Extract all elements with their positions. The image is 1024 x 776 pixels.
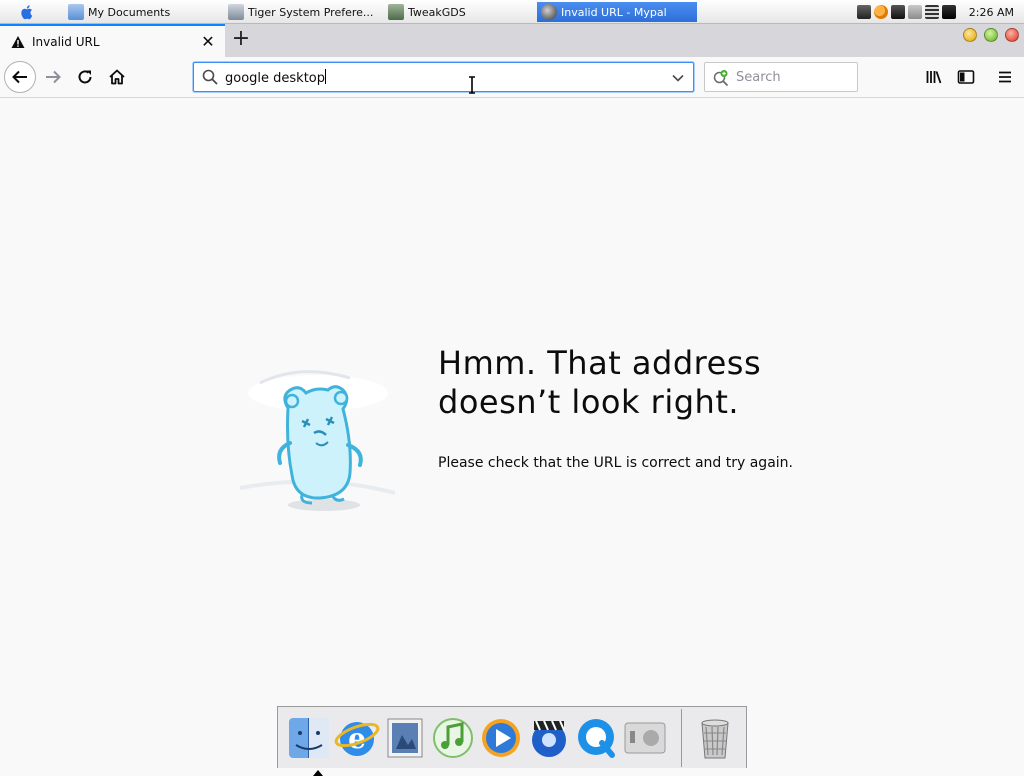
text-cursor-icon [469,76,475,94]
menu-icon [999,71,1011,83]
display-icon[interactable] [907,5,922,19]
tab-strip: Invalid URL ✕ + [0,24,1024,57]
dock: e [277,706,747,776]
trash-icon[interactable] [692,715,738,761]
search-input[interactable]: Search [736,70,781,85]
volume-icon[interactable] [924,5,939,19]
confused-dinosaur-illustration [240,370,396,511]
minimize-button[interactable] [963,28,977,42]
chevron-down-icon[interactable] [671,71,685,85]
search-icon [202,69,218,85]
url-bar[interactable]: google desktop [193,62,694,92]
task-label: Tiger System Prefere... [248,5,374,19]
task-label: TweakGDS [408,5,466,19]
dock-separator [681,709,682,767]
error-title-line-2: doesn’t look right. [438,383,740,421]
home-icon [109,69,125,85]
search-tray-icon[interactable] [873,5,888,19]
system-preferences-icon [228,4,244,20]
text-caret [325,69,327,84]
media-player-icon[interactable] [478,715,524,761]
error-title: Hmm. That address doesn’t look right. [438,344,838,422]
error-title-line-1: Hmm. That address [438,344,762,382]
search-bar[interactable]: Search [704,62,858,92]
back-button[interactable] [4,61,36,93]
network-icon[interactable] [890,5,905,19]
task-tiger-system-preferences[interactable]: Tiger System Prefere... [224,2,379,22]
quicktime-icon[interactable] [574,715,620,761]
menu-button[interactable] [989,61,1021,93]
boot-camp-icon[interactable] [622,715,668,761]
task-label: Invalid URL - Mypal [561,5,667,19]
forward-arrow-icon [46,70,61,84]
url-input[interactable]: google desktop [225,69,327,86]
task-tweakgds[interactable]: TweakGDS [384,2,534,22]
chat-icon[interactable] [941,5,956,19]
task-label: My Documents [88,5,171,19]
os-taskbar: My Documents Tiger System Prefere... Twe… [0,0,1024,24]
tweak-icon [388,4,404,20]
folder-icon [68,4,84,20]
tab-invalid-url[interactable]: Invalid URL ✕ [0,24,225,57]
apple-logo-icon[interactable] [18,3,36,21]
task-invalid-url-mypal[interactable]: Invalid URL - Mypal [537,2,697,22]
new-tab-button[interactable]: + [229,28,253,52]
home-button[interactable] [101,61,133,93]
mypal-browser-icon [541,4,557,20]
system-tray: 2:26 AM [856,0,1024,24]
back-arrow-icon [12,70,27,84]
sidebar-button[interactable] [950,61,982,93]
window-close-button[interactable] [1005,28,1019,42]
sidebar-icon [957,70,975,84]
close-tab-icon[interactable]: ✕ [197,32,219,51]
zoom-button[interactable] [984,28,998,42]
library-icon [926,71,942,84]
task-my-documents[interactable]: My Documents [64,2,224,22]
internet-explorer-icon[interactable]: e [334,715,380,761]
itunes-icon[interactable] [430,715,476,761]
running-indicator [313,770,323,776]
clock[interactable]: 2:26 AM [969,6,1014,19]
warning-icon [11,35,25,48]
reload-button[interactable] [69,61,101,93]
tab-title: Invalid URL [32,34,100,49]
dvd-player-icon[interactable] [526,715,572,761]
keyboard-icon[interactable] [856,5,871,19]
navigation-toolbar: google desktop Search [0,57,1024,98]
preview-icon[interactable] [382,715,428,761]
error-page: Hmm. That address doesn’t look right. Pl… [0,98,1024,768]
reload-icon [78,70,92,84]
finder-icon[interactable] [286,715,332,776]
search-engine-icon [713,70,729,87]
error-description: Please check that the URL is correct and… [438,455,793,471]
library-button[interactable] [918,61,950,93]
forward-button[interactable] [37,61,69,93]
